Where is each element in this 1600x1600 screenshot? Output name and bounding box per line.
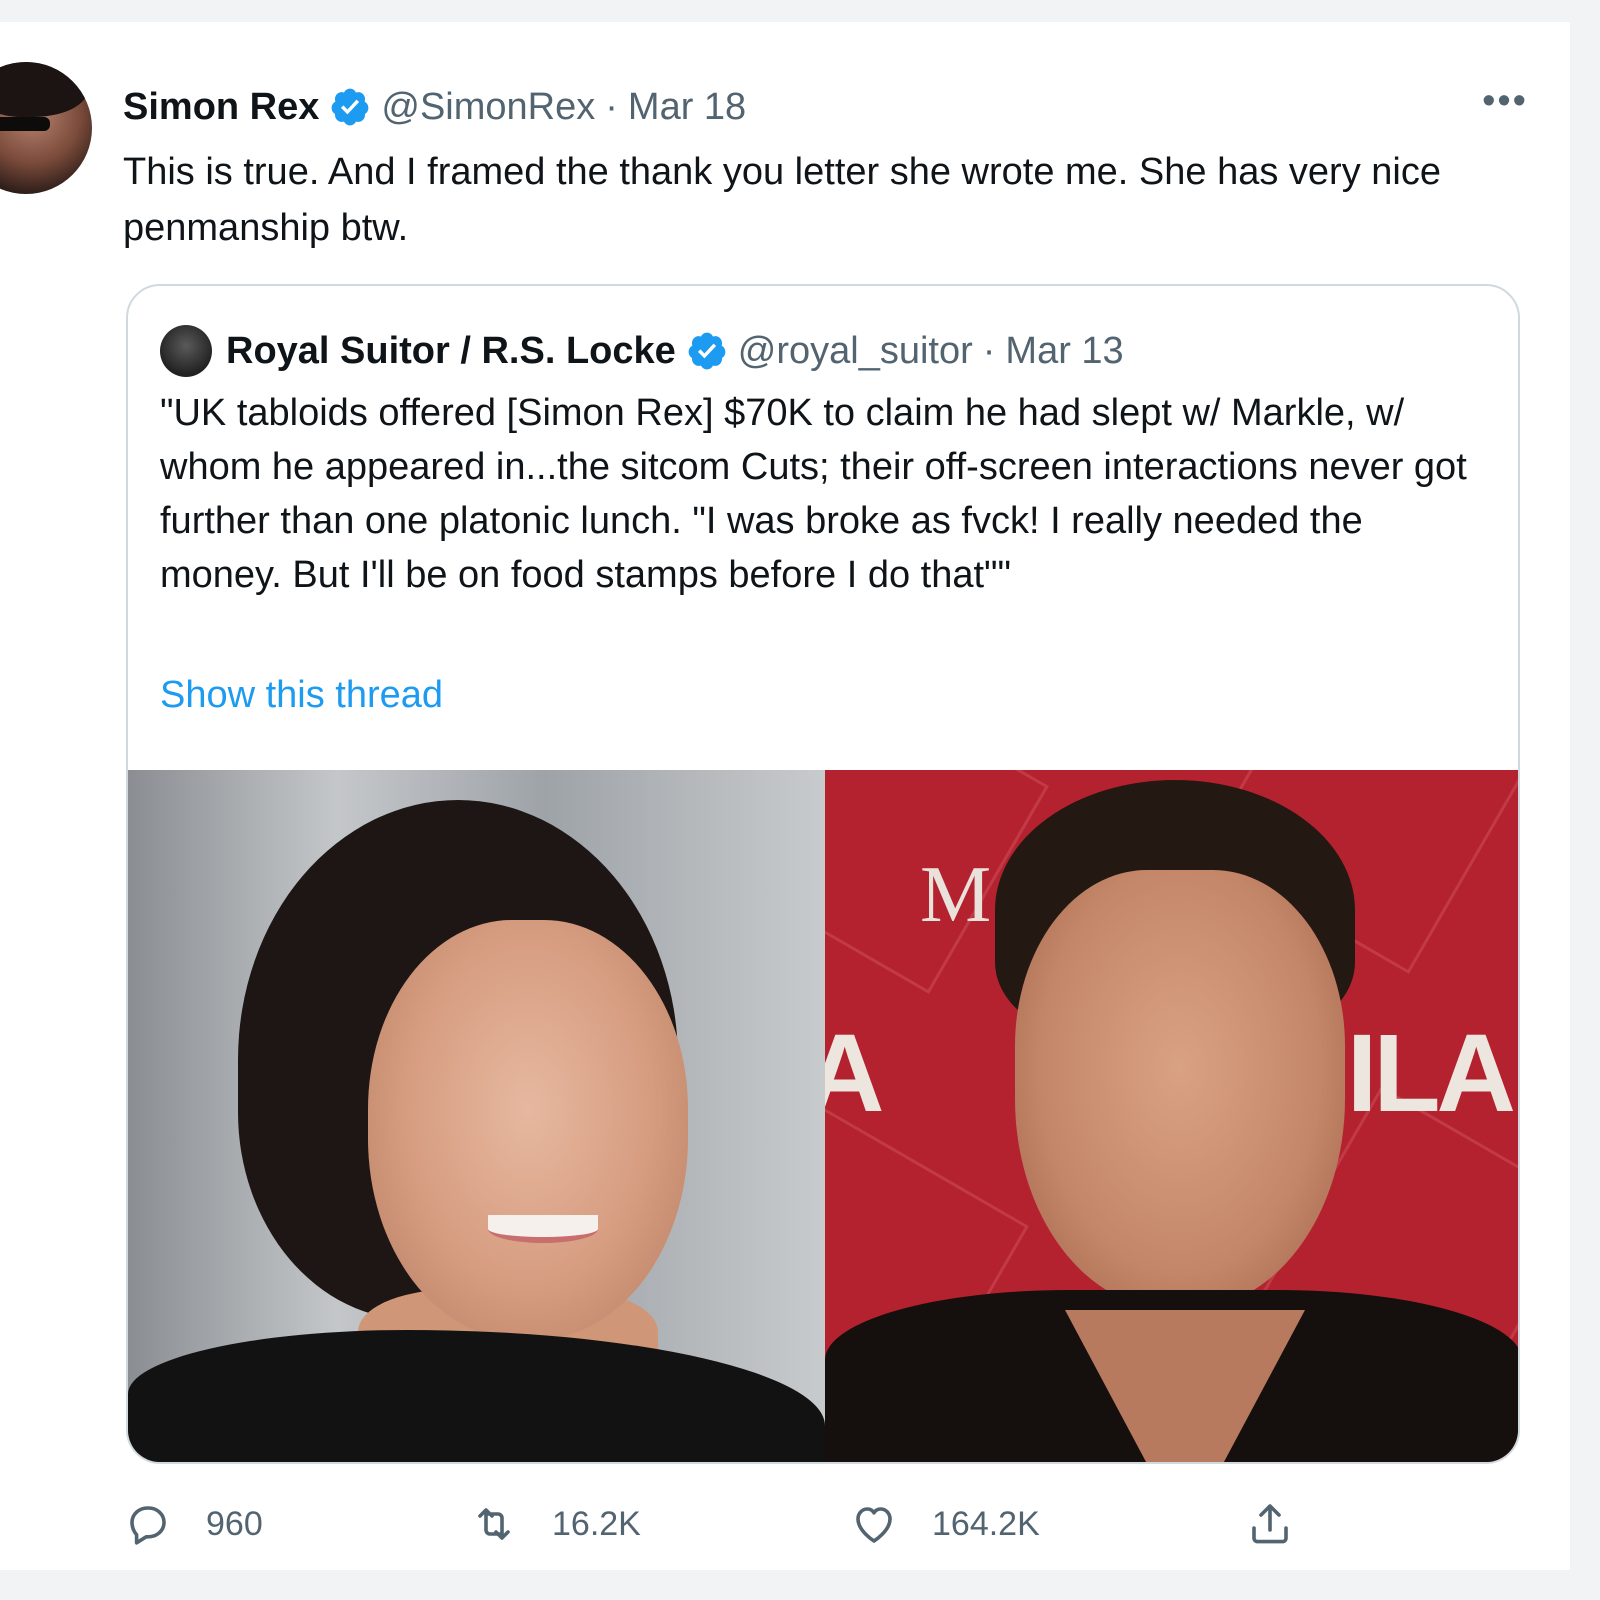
- photo-face: [1015, 870, 1345, 1310]
- avatar-glasses: [0, 117, 50, 131]
- tweet-text: This is true. And I framed the thank you…: [123, 151, 1441, 249]
- backdrop-sign-text: ILA: [1346, 1012, 1516, 1135]
- separator-dot: ·: [982, 329, 996, 372]
- quoted-tweet[interactable]: Royal Suitor / R.S. Locke @royal_suitor …: [126, 284, 1520, 1464]
- photo-face: [368, 920, 688, 1340]
- reply-button[interactable]: 960: [124, 1500, 263, 1548]
- quoted-author-avatar: [160, 325, 212, 377]
- verified-badge-icon: [332, 88, 369, 126]
- show-thread-link[interactable]: Show this thread: [160, 674, 443, 717]
- separator-dot: ·: [605, 85, 618, 128]
- reply-icon: [130, 1506, 166, 1545]
- reply-count: 960: [206, 1504, 263, 1543]
- share-button[interactable]: [1246, 1500, 1328, 1548]
- author-avatar[interactable]: [0, 62, 92, 194]
- retweet-icon: [478, 1508, 510, 1540]
- like-icon: [856, 1507, 892, 1543]
- author-handle[interactable]: @SimonRex: [381, 86, 595, 129]
- verified-badge-icon: [688, 332, 726, 370]
- retweet-button[interactable]: 16.2K: [470, 1500, 641, 1548]
- quoted-author-name: Royal Suitor / R.S. Locke: [226, 329, 676, 372]
- like-button[interactable]: 164.2K: [850, 1500, 1040, 1548]
- backdrop-sign-text: M: [920, 851, 992, 939]
- photo-dress: [128, 1330, 825, 1462]
- quoted-tweet-date: Mar 13: [1005, 329, 1124, 372]
- author-name[interactable]: Simon Rex: [123, 86, 319, 129]
- media-photo-right[interactable]: M A ILA: [825, 770, 1518, 1462]
- like-count: 164.2K: [932, 1504, 1040, 1543]
- photo-smile: [488, 1215, 598, 1243]
- avatar-hair: [0, 62, 88, 117]
- more-icon[interactable]: •••: [1482, 82, 1528, 120]
- quoted-tweet-text: "UK tabloids offered [Simon Rex] $70K to…: [160, 392, 1467, 596]
- retweet-count: 16.2K: [552, 1504, 641, 1543]
- tweet-actions: 960 16.2K 164.2K: [124, 1500, 1324, 1556]
- share-icon: [1252, 1504, 1288, 1544]
- quoted-tweet-header: Royal Suitor / R.S. Locke @royal_suitor …: [160, 325, 1124, 377]
- media-photo-left[interactable]: [128, 770, 825, 1462]
- quoted-author-handle: @royal_suitor: [737, 329, 973, 372]
- tweet-header: Simon Rex @SimonRex · Mar 18: [123, 82, 746, 132]
- quoted-media[interactable]: M A ILA: [128, 770, 1518, 1462]
- backdrop-sign-text: A: [825, 1010, 884, 1137]
- tweet-card[interactable]: Simon Rex @SimonRex · Mar 18 ••• This is…: [0, 22, 1570, 1570]
- tweet-date[interactable]: Mar 18: [628, 86, 746, 129]
